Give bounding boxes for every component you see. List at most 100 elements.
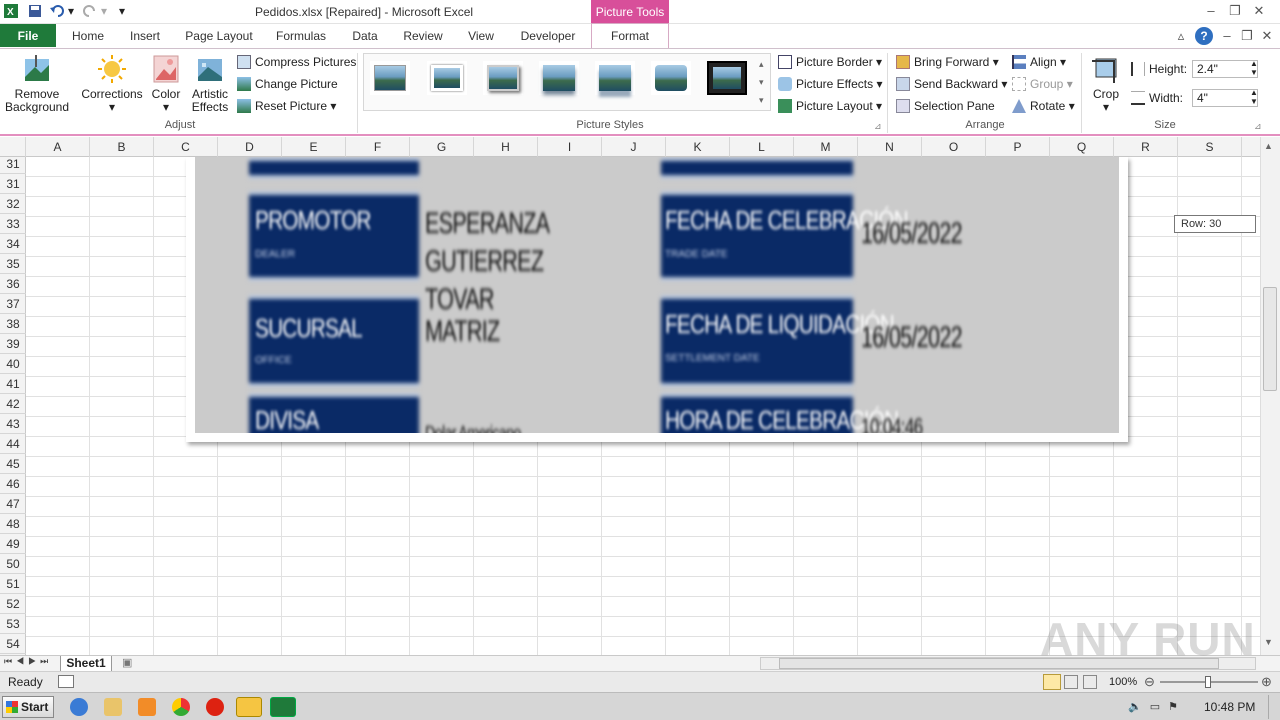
customize-qat-icon[interactable]: ▾: [116, 3, 128, 19]
column-header[interactable]: C: [154, 137, 218, 157]
picture-border-button[interactable]: Picture Border ▾: [778, 53, 882, 71]
row-header[interactable]: 47: [0, 494, 26, 514]
row-header[interactable]: 50: [0, 554, 26, 574]
width-input[interactable]: 4": [1192, 89, 1258, 107]
column-header[interactable]: P: [986, 137, 1050, 157]
corrections-button[interactable]: Corrections ▾: [80, 51, 144, 114]
picture-effects-button[interactable]: Picture Effects ▾: [778, 75, 883, 93]
redo-dropdown-icon[interactable]: ▾: [99, 3, 109, 19]
undo-icon[interactable]: [49, 3, 65, 19]
row-header[interactable]: 44: [0, 434, 26, 454]
row-header[interactable]: 31: [0, 154, 26, 174]
picture-style-thumb-6[interactable]: [651, 61, 691, 95]
row-header[interactable]: 54: [0, 634, 26, 654]
tab-insert[interactable]: Insert: [122, 24, 168, 48]
row-header[interactable]: 31: [0, 174, 26, 194]
tab-file[interactable]: File: [0, 24, 56, 47]
row-header[interactable]: 32: [0, 194, 26, 214]
explorer-icon[interactable]: [104, 698, 122, 716]
excel-task-icon[interactable]: [270, 697, 296, 717]
row-header[interactable]: 33: [0, 214, 26, 234]
row-header[interactable]: 52: [0, 594, 26, 614]
tab-data[interactable]: Data: [344, 24, 386, 48]
tab-home[interactable]: Home: [64, 24, 112, 48]
scroll-thumb[interactable]: [1263, 287, 1277, 391]
column-header[interactable]: J: [602, 137, 666, 157]
row-header[interactable]: 34: [0, 234, 26, 254]
opera-icon[interactable]: [206, 698, 224, 716]
row-header[interactable]: 40: [0, 354, 26, 374]
minimize-ribbon-icon[interactable]: ▵: [1172, 27, 1190, 45]
redo-icon[interactable]: [82, 3, 98, 19]
row-header[interactable]: 42: [0, 394, 26, 414]
row-header[interactable]: 37: [0, 294, 26, 314]
clock[interactable]: 10:48 PM: [1204, 700, 1255, 714]
column-header[interactable]: R: [1114, 137, 1178, 157]
dialog-launcher-icon[interactable]: ⊿: [874, 121, 882, 132]
remove-background-button[interactable]: Remove Background: [4, 51, 70, 114]
picture-style-thumb-1[interactable]: [370, 61, 410, 95]
column-header[interactable]: M: [794, 137, 858, 157]
row-header[interactable]: 46: [0, 474, 26, 494]
column-header[interactable]: B: [90, 137, 154, 157]
tab-page-layout[interactable]: Page Layout: [180, 24, 258, 48]
gallery-scroll-arrows[interactable]: ▴ ▾ ▾: [759, 55, 769, 109]
reset-picture-button[interactable]: Reset Picture ▾: [237, 97, 336, 115]
column-header[interactable]: K: [666, 137, 730, 157]
doc-restore-icon[interactable]: ❐: [1238, 27, 1256, 45]
row-header[interactable]: 48: [0, 514, 26, 534]
doc-close-icon[interactable]: ✕: [1258, 27, 1276, 45]
column-header[interactable]: N: [858, 137, 922, 157]
excel-logo-icon[interactable]: X: [3, 3, 19, 19]
row-header[interactable]: 45: [0, 454, 26, 474]
picture-style-thumb-5[interactable]: [595, 61, 635, 95]
start-button[interactable]: Start: [2, 696, 54, 718]
send-backward-button[interactable]: Send Backward ▾: [896, 75, 1007, 93]
selected-picture[interactable]: PROMOTOR DEALER ESPERANZA GUTIERREZ TOVA…: [186, 157, 1128, 442]
tab-developer[interactable]: Developer: [512, 24, 584, 48]
crop-button[interactable]: Crop ▾: [1086, 51, 1126, 114]
picture-style-thumb-7[interactable]: [707, 61, 747, 95]
zoom-slider-thumb[interactable]: [1205, 676, 1211, 688]
picture-style-thumb-3[interactable]: [483, 61, 523, 95]
change-picture-button[interactable]: Change Picture: [237, 75, 338, 93]
row-header[interactable]: 41: [0, 374, 26, 394]
zoom-out-icon[interactable]: ⊖: [1144, 674, 1155, 690]
column-header[interactable]: I: [538, 137, 602, 157]
column-header[interactable]: E: [282, 137, 346, 157]
height-spinner-icon[interactable]: ▲ ▼: [1250, 59, 1258, 77]
zoom-in-icon[interactable]: ⊕: [1261, 674, 1272, 690]
column-header[interactable]: O: [922, 137, 986, 157]
dialog-launcher-icon[interactable]: ⊿: [1254, 121, 1262, 132]
zoom-level[interactable]: 100%: [1109, 676, 1137, 688]
help-icon[interactable]: ?: [1195, 27, 1213, 45]
undo-dropdown-icon[interactable]: ▾: [66, 3, 76, 19]
column-header[interactable]: A: [26, 137, 90, 157]
doc-minimize-icon[interactable]: –: [1218, 27, 1236, 45]
rotate-button[interactable]: Rotate ▾: [1012, 97, 1075, 115]
selection-pane-button[interactable]: Selection Pane: [896, 97, 995, 115]
macro-record-icon[interactable]: [58, 675, 74, 688]
column-header[interactable]: L: [730, 137, 794, 157]
row-header[interactable]: 51: [0, 574, 26, 594]
column-header[interactable]: F: [346, 137, 410, 157]
chrome-icon[interactable]: [172, 698, 190, 716]
restore-icon[interactable]: ❐: [1226, 2, 1244, 20]
row-header[interactable]: 36: [0, 274, 26, 294]
height-input[interactable]: 2.4": [1192, 60, 1258, 78]
row-header[interactable]: 39: [0, 334, 26, 354]
tray-icons[interactable]: 🔈▭⚑: [1128, 700, 1186, 713]
row-header[interactable]: 35: [0, 254, 26, 274]
tab-format[interactable]: Format: [591, 23, 669, 48]
column-header[interactable]: Q: [1050, 137, 1114, 157]
bring-forward-button[interactable]: Bring Forward ▾: [896, 53, 999, 71]
picture-layout-button[interactable]: Picture Layout ▾: [778, 97, 882, 115]
page-break-view-icon[interactable]: [1083, 675, 1097, 689]
tab-review[interactable]: Review: [396, 24, 450, 48]
media-player-icon[interactable]: [138, 698, 156, 716]
scroll-up-icon[interactable]: ▲: [1264, 141, 1273, 151]
show-desktop-button[interactable]: [1268, 695, 1278, 719]
tab-formulas[interactable]: Formulas: [268, 24, 334, 48]
tab-view[interactable]: View: [460, 24, 502, 48]
normal-view-icon[interactable]: [1043, 674, 1061, 690]
